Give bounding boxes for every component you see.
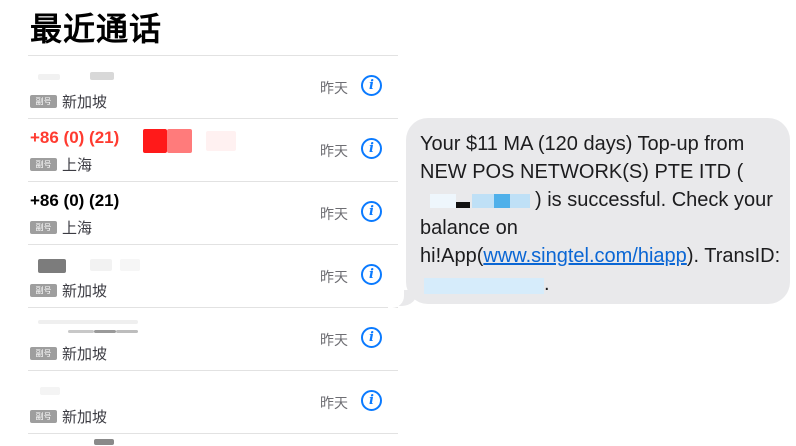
info-icon[interactable]: i <box>361 138 382 159</box>
call-row[interactable]: 副号 新加坡 昨天 i <box>28 308 398 370</box>
call-number: +86 (0) (21) <box>30 191 120 210</box>
sim-badge: 副号 <box>30 158 57 171</box>
call-meta: 副号 新加坡 <box>30 280 107 301</box>
redacted-number <box>143 129 167 153</box>
call-row[interactable]: 副号 新加坡 昨天 i <box>28 56 398 118</box>
call-meta: 副号 新加坡 <box>30 91 107 112</box>
redacted-number <box>120 259 140 271</box>
redacted-number <box>90 259 112 271</box>
call-row[interactable]: +86 (0) (21) 副号 上海 昨天 i <box>28 119 398 181</box>
sim-badge: 副号 <box>30 95 57 108</box>
redacted-number <box>116 330 138 333</box>
sms-text: . <box>544 273 550 295</box>
redacted-number <box>167 129 192 153</box>
call-location: 新加坡 <box>62 408 108 426</box>
call-meta: 副号 上海 <box>30 217 92 238</box>
call-location: 上海 <box>62 156 93 174</box>
recent-calls-list: 副号 新加坡 昨天 i +86 (0) (21) 副号 上海 昨天 i +86 … <box>28 55 398 445</box>
sim-badge: 副号 <box>30 284 57 297</box>
call-location: 上海 <box>62 219 93 237</box>
info-icon[interactable]: i <box>361 390 382 411</box>
call-number: +86 (0) (21) <box>30 128 120 147</box>
call-meta: 副号 新加坡 <box>30 343 107 364</box>
call-location: 新加坡 <box>62 93 108 111</box>
sms-text: ). TransID: <box>686 245 781 267</box>
call-row[interactable]: 副号 新加坡 昨天 i <box>28 371 398 433</box>
redacted-number <box>38 259 66 273</box>
call-row[interactable]: +86 (0) (21) 副号 上海 昨天 i <box>28 182 398 244</box>
redacted-number <box>38 74 60 80</box>
redacted-number <box>94 330 116 333</box>
redacted-number <box>38 320 138 324</box>
divider <box>28 433 398 434</box>
redacted-account <box>420 192 535 210</box>
singtel-link[interactable]: www.singtel.com/hiapp <box>483 245 686 267</box>
redacted-number <box>94 439 114 445</box>
redacted-number <box>68 330 94 333</box>
sim-badge: 副号 <box>30 221 57 234</box>
call-location: 新加坡 <box>62 282 108 300</box>
info-icon[interactable]: i <box>361 264 382 285</box>
redacted-number <box>206 131 236 151</box>
info-icon[interactable]: i <box>361 327 382 348</box>
sim-badge: 副号 <box>30 347 57 360</box>
call-meta: 副号 新加坡 <box>30 406 107 427</box>
call-time: 昨天 <box>320 396 348 412</box>
sim-badge: 副号 <box>30 410 57 423</box>
page-title: 最近通话 <box>30 10 163 48</box>
call-location: 新加坡 <box>62 345 108 363</box>
call-time: 昨天 <box>320 81 348 97</box>
call-time: 昨天 <box>320 333 348 349</box>
info-icon[interactable]: i <box>361 201 382 222</box>
redacted-number <box>40 387 60 395</box>
sms-text: Your $11 MA (120 days) Top-up from NEW P… <box>420 133 745 183</box>
sms-message: Your $11 MA (120 days) Top-up from NEW P… <box>420 130 782 298</box>
call-row[interactable]: 副号 新加坡 昨天 i <box>28 245 398 307</box>
call-time: 昨天 <box>320 144 348 160</box>
call-meta: 副号 上海 <box>30 154 92 175</box>
redacted-transid <box>420 276 544 294</box>
redacted-number <box>90 72 114 80</box>
info-icon[interactable]: i <box>361 75 382 96</box>
call-time: 昨天 <box>320 207 348 223</box>
call-time: 昨天 <box>320 270 348 286</box>
